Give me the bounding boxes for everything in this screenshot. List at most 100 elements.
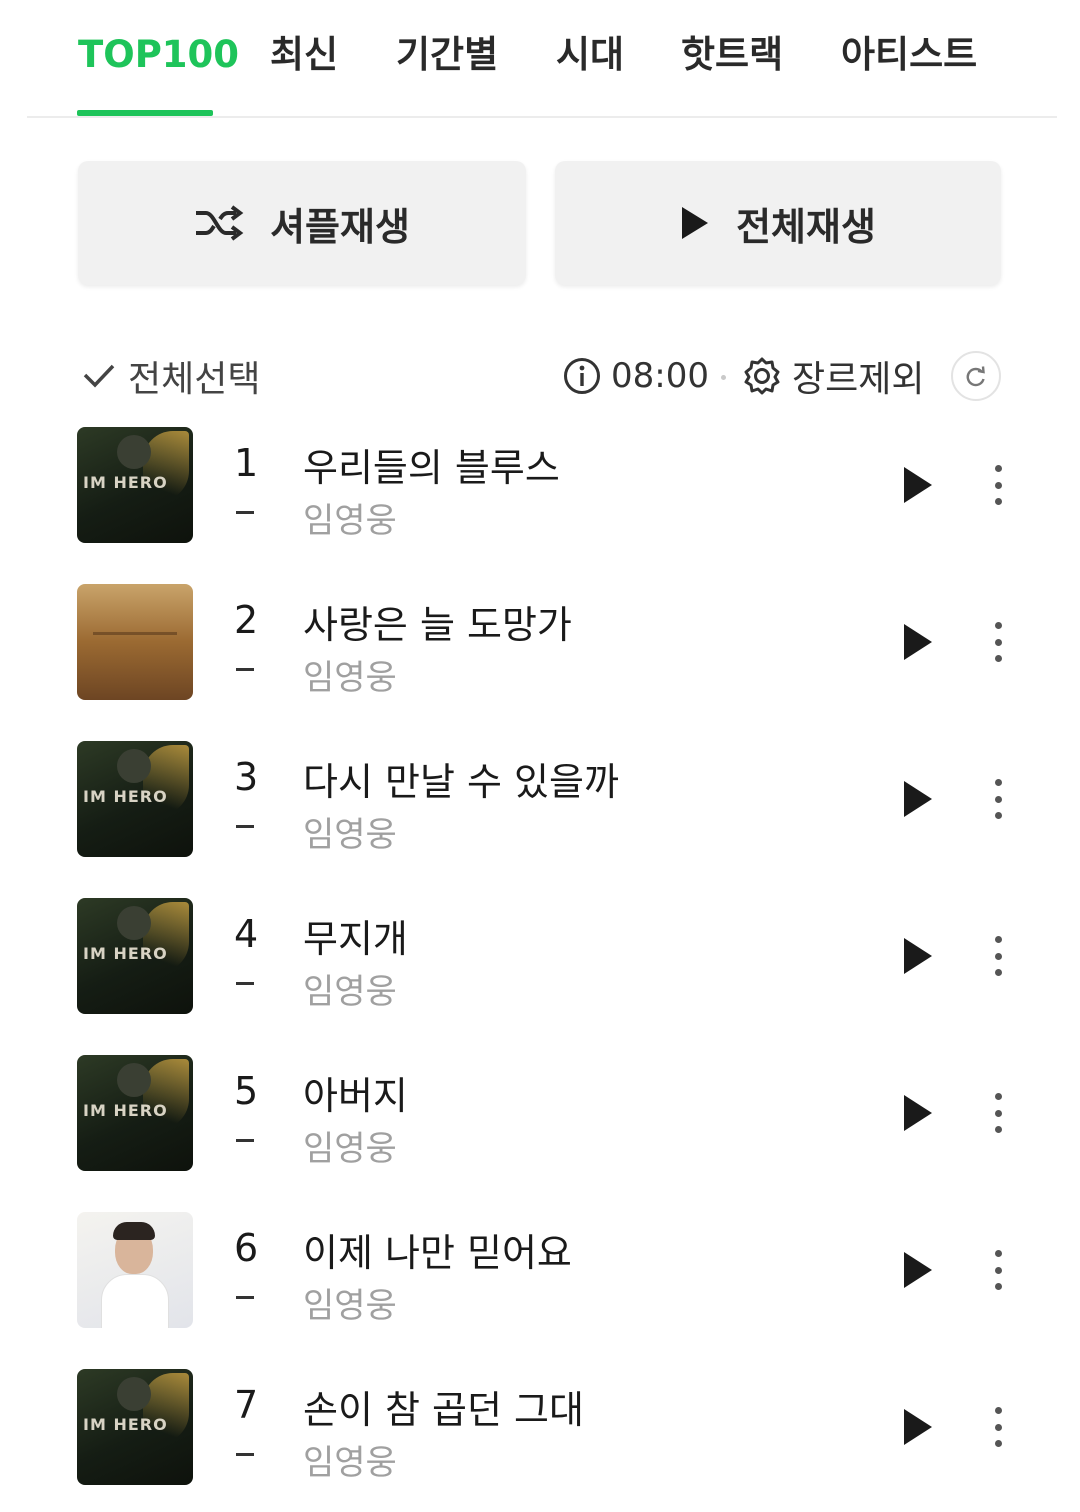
rank-change-dash [236, 825, 254, 828]
dot-2 [994, 1266, 1002, 1274]
sleep-timer[interactable]: 08:00 [563, 351, 709, 401]
more-options-button[interactable] [982, 1248, 1014, 1292]
refresh-button[interactable] [951, 351, 1001, 401]
album-cover: IM HERO [77, 741, 193, 857]
play-song-button[interactable] [898, 620, 938, 664]
tab-latest[interactable]: 최신 [270, 30, 338, 80]
shuffle-play-button[interactable]: 셔플재생 [78, 161, 526, 285]
dot-3 [994, 969, 1002, 976]
song-row[interactable]: IM HERO 4 무지개 임영웅 [0, 898, 1080, 1014]
play-song-button[interactable] [898, 934, 938, 978]
rank-number: 1 [234, 441, 259, 485]
dot-1 [994, 465, 1002, 472]
more-options-button[interactable] [982, 934, 1014, 978]
dot-3 [994, 1440, 1002, 1447]
more-options-button[interactable] [982, 777, 1014, 821]
play-song-button[interactable] [898, 1405, 938, 1449]
select-all-toggle[interactable]: 전체선택 [82, 351, 260, 401]
rank-change-dash [236, 982, 254, 985]
song-row[interactable]: IM HERO 5 아버지 임영웅 [0, 1055, 1080, 1171]
album-cover: IM HERO [77, 1055, 193, 1171]
tab-era[interactable]: 시대 [556, 30, 624, 80]
dot-2 [994, 481, 1002, 489]
dot-1 [994, 1250, 1002, 1257]
tab-divider [27, 116, 1057, 118]
tab-artist[interactable]: 아티스트 [841, 30, 977, 80]
more-options-button[interactable] [982, 463, 1014, 507]
rank-change-dash [236, 511, 254, 514]
song-artist: 임영웅 [303, 501, 397, 541]
refresh-icon [964, 364, 988, 388]
play-icon [904, 467, 932, 503]
more-options-button[interactable] [982, 1091, 1014, 1135]
tab-hot-track[interactable]: 핫트랙 [681, 30, 783, 80]
genre-exclude-button[interactable]: 장르제외 [742, 351, 924, 401]
play-all-button[interactable]: 전체재생 [555, 161, 1001, 285]
album-cover-text: IM HERO [83, 787, 168, 806]
dot-2 [994, 795, 1002, 803]
play-icon [904, 1409, 932, 1445]
chart-tab-bar: TOP100 최신 기간별 시대 핫트랙 아티스트 [0, 0, 1080, 118]
rank-change-dash [236, 1139, 254, 1142]
album-cover: IM HERO [77, 1369, 193, 1485]
album-cover [77, 1212, 193, 1328]
song-artist: 임영웅 [303, 1286, 397, 1326]
song-row[interactable]: 6 이제 나만 믿어요 임영웅 [0, 1212, 1080, 1328]
more-options-button[interactable] [982, 1405, 1014, 1449]
play-icon [904, 938, 932, 974]
song-title: 무지개 [303, 917, 408, 961]
info-icon [563, 357, 601, 395]
dot-3 [994, 1283, 1002, 1290]
dot-2 [994, 952, 1002, 960]
dot-3 [994, 812, 1002, 819]
dot-1 [994, 1093, 1002, 1100]
play-icon [904, 1252, 932, 1288]
song-title: 사랑은 늘 도망가 [303, 603, 572, 647]
select-all-label: 전체선택 [128, 359, 261, 400]
separator-dot [721, 375, 726, 380]
album-cover: IM HERO [77, 898, 193, 1014]
song-title: 아버지 [303, 1074, 408, 1118]
dot-1 [994, 1407, 1002, 1414]
rank-number: 3 [234, 755, 259, 799]
song-title: 다시 만날 수 있을까 [303, 760, 619, 804]
tab-top100[interactable]: TOP100 [78, 30, 239, 80]
album-cover-text: IM HERO [83, 473, 168, 492]
play-icon [904, 1095, 932, 1131]
play-all-label: 전체재생 [736, 204, 876, 249]
album-cover-text: IM HERO [83, 1415, 168, 1434]
song-artist: 임영웅 [303, 658, 397, 698]
rank-change-dash [236, 1453, 254, 1456]
shuffle-play-label: 셔플재생 [270, 204, 410, 249]
rank-number: 2 [234, 598, 259, 642]
play-song-button[interactable] [898, 1248, 938, 1292]
song-title: 이제 나만 믿어요 [303, 1231, 572, 1275]
dot-3 [994, 655, 1002, 662]
play-icon [904, 781, 932, 817]
rank-number: 4 [234, 912, 259, 956]
play-song-button[interactable] [898, 463, 938, 507]
song-artist: 임영웅 [303, 1129, 397, 1169]
song-artist: 임영웅 [303, 1443, 397, 1483]
play-song-button[interactable] [898, 777, 938, 821]
rank-change-dash [236, 668, 254, 671]
song-title: 손이 참 곱던 그대 [303, 1388, 584, 1432]
list-controls: 전체선택 08:00 장르제외 [0, 345, 1080, 409]
dot-2 [994, 1109, 1002, 1117]
song-row[interactable]: 2 사랑은 늘 도망가 임영웅 [0, 584, 1080, 700]
shuffle-icon [194, 205, 244, 241]
song-row[interactable]: IM HERO 1 우리들의 블루스 임영웅 [0, 427, 1080, 543]
tab-by-period[interactable]: 기간별 [396, 30, 498, 80]
dot-1 [994, 936, 1002, 943]
song-artist: 임영웅 [303, 972, 397, 1012]
timer-value: 08:00 [611, 356, 709, 396]
more-options-button[interactable] [982, 620, 1014, 664]
album-cover-text: IM HERO [83, 1101, 168, 1120]
play-song-button[interactable] [898, 1091, 938, 1135]
song-row[interactable]: IM HERO 7 손이 참 곱던 그대 임영웅 [0, 1369, 1080, 1485]
gear-icon [742, 356, 782, 396]
checkmark-icon [82, 362, 116, 390]
song-title: 우리들의 블루스 [303, 446, 560, 490]
song-row[interactable]: IM HERO 3 다시 만날 수 있을까 임영웅 [0, 741, 1080, 857]
dot-1 [994, 779, 1002, 786]
